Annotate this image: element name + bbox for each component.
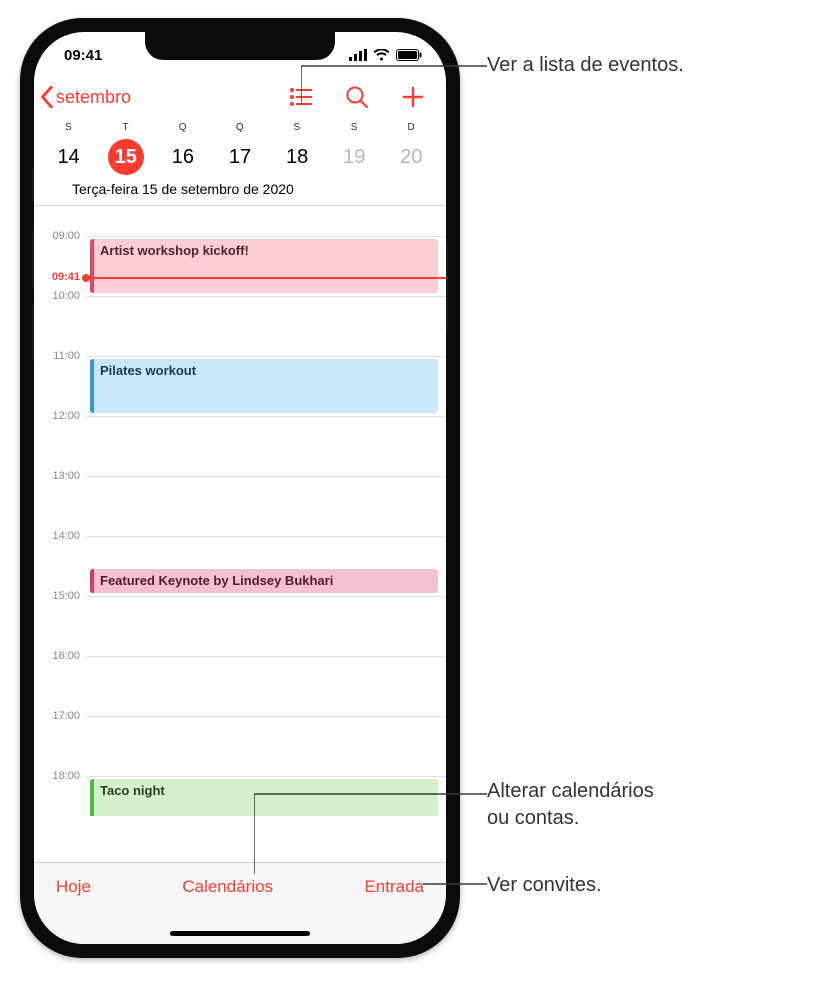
hour-label: 14:00: [40, 530, 80, 542]
day-number: 18: [279, 139, 315, 175]
hour-label: 09:00: [40, 230, 80, 242]
hour-line: [86, 356, 446, 357]
day-col[interactable]: S 14: [40, 122, 97, 175]
day-number-selected: 15: [108, 139, 144, 175]
callout-leader: [301, 64, 487, 104]
event-block[interactable]: Artist workshop kickoff!: [90, 239, 438, 293]
calendars-button[interactable]: Calendários: [182, 877, 273, 897]
battery-icon: [396, 49, 422, 61]
dow-label: S: [326, 122, 383, 133]
hour-line: [86, 656, 446, 657]
callout-list: Ver a lista de eventos.: [487, 52, 684, 79]
hour-line: [86, 296, 446, 297]
bottom-toolbar: Hoje Calendários Entrada: [34, 862, 446, 944]
callout-text: Ver a lista de eventos.: [487, 54, 684, 76]
hour-line: [86, 716, 446, 717]
event-block[interactable]: Pilates workout: [90, 359, 438, 413]
dow-label: T: [97, 122, 154, 133]
dow-label: D: [383, 122, 440, 133]
hour-line: [86, 476, 446, 477]
day-col[interactable]: T 15: [97, 122, 154, 175]
hour-line: [86, 536, 446, 537]
status-time: 09:41: [64, 47, 102, 64]
hour-label: 17:00: [40, 710, 80, 722]
event-title: Featured Keynote by Lindsey Bukhari: [100, 573, 333, 588]
event-title: Taco night: [100, 783, 165, 798]
event-title: Artist workshop kickoff!: [100, 243, 249, 258]
day-number: 16: [165, 139, 201, 175]
dow-label: Q: [154, 122, 211, 133]
cellular-icon: [349, 49, 367, 61]
day-col[interactable]: S 18: [269, 122, 326, 175]
week-row: S 14 T 15 Q 16 Q 17 S 18 S 19 D 20: [34, 122, 446, 175]
full-date-label: Terça-feira 15 de setembro de 2020: [34, 175, 446, 206]
callout-text: ou contas.: [487, 807, 579, 829]
day-col[interactable]: Q 17: [211, 122, 268, 175]
callout-calendars: Alterar calendários ou contas.: [487, 778, 654, 832]
callout-leader: [423, 882, 487, 886]
inbox-button[interactable]: Entrada: [364, 877, 424, 897]
day-col[interactable]: D 20: [383, 122, 440, 175]
dow-label: S: [269, 122, 326, 133]
day-col[interactable]: Q 16: [154, 122, 211, 175]
event-block[interactable]: Featured Keynote by Lindsey Bukhari: [90, 569, 438, 593]
now-time-label: 09:41: [40, 271, 80, 283]
day-number: 14: [51, 139, 87, 175]
hour-label: 18:00: [40, 770, 80, 782]
hour-label: 16:00: [40, 650, 80, 662]
back-button[interactable]: setembro: [40, 86, 131, 108]
back-label: setembro: [56, 87, 131, 108]
dow-label: S: [40, 122, 97, 133]
chevron-left-icon: [40, 86, 54, 108]
hour-label: 11:00: [40, 350, 80, 362]
callout-leader: [254, 792, 487, 874]
dow-label: Q: [211, 122, 268, 133]
timeline[interactable]: 09:00 10:00 11:00 12:00 13:00 14:00 15:0…: [34, 206, 446, 816]
today-button[interactable]: Hoje: [56, 877, 91, 897]
callout-text: Alterar calendários: [487, 780, 654, 802]
hour-label: 15:00: [40, 590, 80, 602]
notch: [145, 32, 335, 60]
hour-line: [86, 776, 446, 777]
day-number: 20: [393, 139, 429, 175]
hour-label: 10:00: [40, 290, 80, 302]
hour-line: [86, 596, 446, 597]
hour-line: [86, 236, 446, 237]
hour-line: [86, 416, 446, 417]
now-indicator-line: [86, 277, 446, 279]
event-title: Pilates workout: [100, 363, 196, 378]
callout-inbox: Ver convites.: [487, 872, 602, 899]
callout-text: Ver convites.: [487, 874, 602, 896]
hour-label: 13:00: [40, 470, 80, 482]
day-number: 19: [336, 139, 372, 175]
home-indicator[interactable]: [170, 931, 310, 936]
day-col[interactable]: S 19: [326, 122, 383, 175]
day-number: 17: [222, 139, 258, 175]
hour-label: 12:00: [40, 410, 80, 422]
wifi-icon: [373, 49, 390, 61]
